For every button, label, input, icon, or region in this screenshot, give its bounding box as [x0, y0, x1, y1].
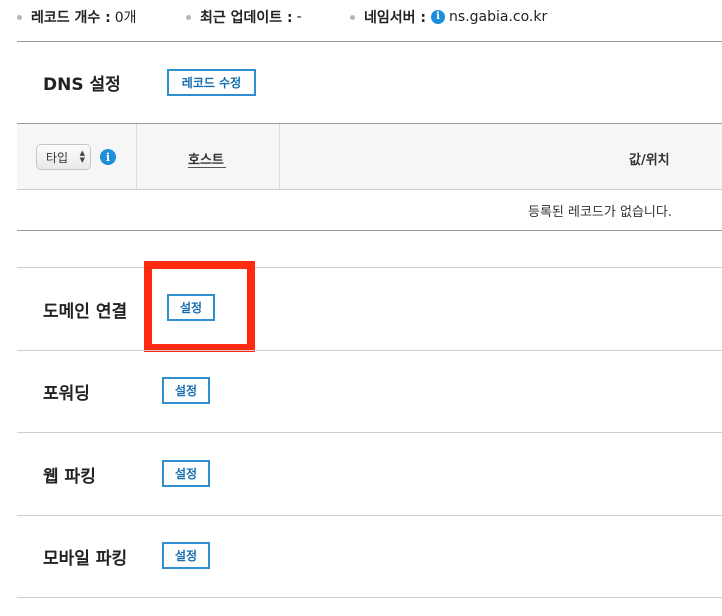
- forwarding-title: 포워딩: [43, 384, 90, 404]
- web-parking-settings-button[interactable]: 설정: [162, 460, 210, 487]
- divider: [17, 432, 722, 433]
- divider: [17, 267, 722, 268]
- column-divider: [279, 124, 280, 189]
- bullet-icon: [350, 14, 355, 20]
- divider: [17, 41, 722, 42]
- last-update: 최근 업데이트 : -: [186, 7, 302, 27]
- domain-connection-title: 도메인 연결: [43, 302, 128, 322]
- forwarding-settings-button[interactable]: 설정: [162, 377, 210, 404]
- edit-records-button[interactable]: 레코드 수정: [167, 69, 256, 96]
- divider: [17, 597, 722, 598]
- column-header-host: 호스트: [188, 153, 224, 168]
- dns-settings-title: DNS 설정: [43, 75, 121, 95]
- record-count-value: 0개: [114, 10, 137, 26]
- nameserver-value: ns.gabia.co.kr: [449, 9, 548, 25]
- empty-records-message: 등록된 레코드가 없습니다.: [528, 205, 672, 220]
- last-update-value: -: [296, 9, 302, 25]
- record-type-select[interactable]: 타입 ▲ ▼: [36, 144, 91, 170]
- divider: [17, 515, 722, 516]
- info-icon[interactable]: i: [431, 10, 445, 24]
- mobile-parking-settings-button[interactable]: 설정: [162, 542, 210, 569]
- column-header-value: 값/위치: [629, 153, 670, 168]
- table-divider: [17, 189, 722, 190]
- column-divider: [136, 124, 137, 189]
- record-count-label: 레코드 개수 :: [31, 10, 111, 26]
- record-count: 레코드 개수 : 0개: [17, 7, 137, 27]
- last-update-label: 최근 업데이트 :: [200, 10, 293, 26]
- sort-underline: [188, 167, 226, 168]
- select-arrows-icon: ▲ ▼: [79, 149, 85, 164]
- bullet-icon: [186, 14, 191, 20]
- records-table-header: [17, 124, 722, 189]
- domain-connection-settings-button[interactable]: 설정: [167, 294, 215, 321]
- nameserver: 네임서버 : i ns.gabia.co.kr: [350, 7, 547, 27]
- mobile-parking-title: 모바일 파킹: [43, 549, 128, 569]
- record-summary: 레코드 개수 : 0개 최근 업데이트 : - 네임서버 : i ns.gabi…: [0, 0, 722, 34]
- web-parking-title: 웹 파킹: [43, 467, 96, 487]
- info-icon[interactable]: i: [100, 149, 116, 165]
- divider: [17, 350, 722, 351]
- nameserver-label: 네임서버 :: [364, 10, 426, 26]
- table-bottom-border: [17, 230, 722, 231]
- record-type-select-value: 타입: [46, 150, 69, 165]
- bullet-icon: [17, 14, 22, 20]
